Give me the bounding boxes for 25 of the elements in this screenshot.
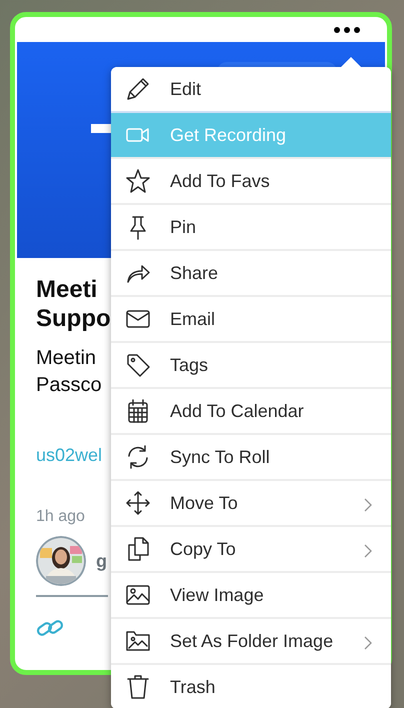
menu-item[interactable]: Add To Favs xyxy=(111,159,391,205)
menu-item[interactable]: Tags xyxy=(111,343,391,389)
trash-icon xyxy=(125,674,151,700)
pencil-icon xyxy=(125,76,151,102)
card-title: Suppo xyxy=(36,304,111,333)
more-icon[interactable] xyxy=(334,26,360,32)
card-description: Meetin xyxy=(36,346,98,371)
timestamp: 1h ago xyxy=(36,507,85,527)
card-title: Meeti xyxy=(36,275,98,304)
menu-item[interactable]: Copy To xyxy=(111,527,391,573)
card-description: Passco xyxy=(36,373,102,398)
menu-item[interactable]: Move To xyxy=(111,481,391,527)
menu-item[interactable]: Share xyxy=(111,251,391,297)
menu-item[interactable]: Sync To Roll xyxy=(111,435,391,481)
tag-icon xyxy=(125,352,151,378)
menu-item[interactable]: Add To Calendar xyxy=(111,389,391,435)
move-arrows-icon xyxy=(125,490,151,516)
menu-item[interactable]: Edit xyxy=(111,67,391,113)
menu-item[interactable]: Email xyxy=(111,297,391,343)
menu-item[interactable]: View Image xyxy=(111,573,391,619)
author-name: g xyxy=(96,550,107,572)
menu-item[interactable]: Trash xyxy=(111,665,391,708)
menu-item[interactable]: Set As Folder Image xyxy=(111,619,391,665)
star-icon xyxy=(125,168,151,194)
menu-item[interactable]: Pin xyxy=(111,205,391,251)
